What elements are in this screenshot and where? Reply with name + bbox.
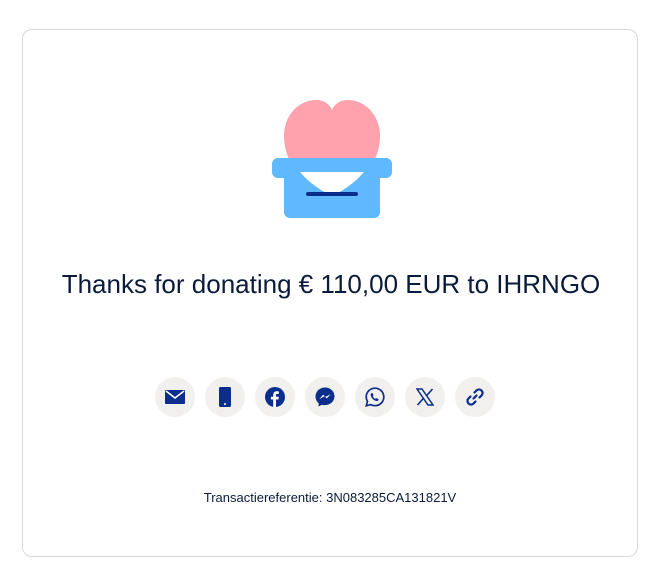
donation-box-heart-illustration [270, 96, 394, 222]
donation-thanks-heading: Thanks for donating € 110,00 EUR to IHRN… [61, 269, 601, 299]
share-copy-link-button[interactable] [455, 377, 495, 417]
donation-confirmation-card: Thanks for donating € 110,00 EUR to IHRN… [22, 29, 638, 557]
transaction-reference: Transactiereferentie: 3N083285CA131821V [23, 490, 637, 505]
share-buttons-row [155, 377, 495, 417]
x-icon [416, 388, 434, 406]
share-facebook-button[interactable] [255, 377, 295, 417]
phone-icon [219, 387, 231, 407]
share-email-button[interactable] [155, 377, 195, 417]
messenger-icon [315, 387, 335, 407]
link-icon [466, 388, 484, 406]
share-x-button[interactable] [405, 377, 445, 417]
envelope-icon [165, 390, 185, 404]
share-messenger-button[interactable] [305, 377, 345, 417]
transaction-reference-label: Transactiereferentie: [203, 490, 323, 505]
share-whatsapp-button[interactable] [355, 377, 395, 417]
facebook-icon [265, 387, 285, 407]
transaction-reference-value: 3N083285CA131821V [326, 490, 457, 505]
share-sms-button[interactable] [205, 377, 245, 417]
whatsapp-icon [365, 387, 385, 407]
